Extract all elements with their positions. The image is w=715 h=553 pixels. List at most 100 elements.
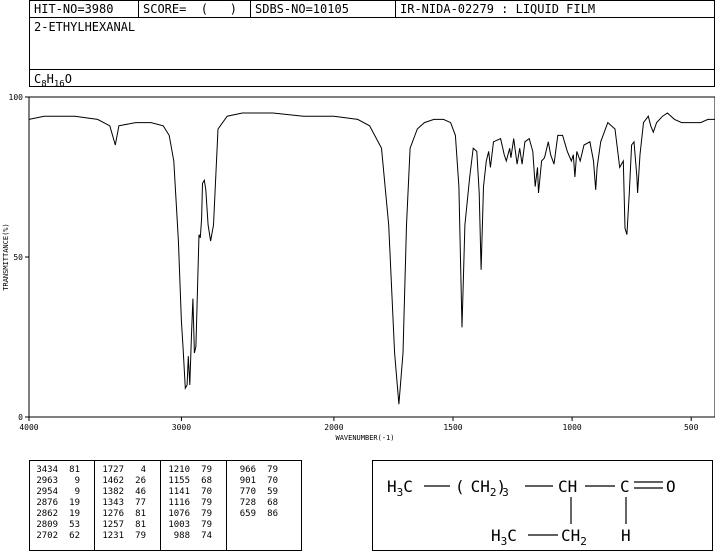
peak-transmittance: 9 xyxy=(74,487,80,497)
y-axis-ticks: 0 50 100 xyxy=(9,93,29,422)
ir-spectrum-chart: 4000 3000 2000 1500 1000 500 0 50 100 WAVENUMBE… xyxy=(2,93,715,442)
peak-transmittance: 79 xyxy=(201,465,212,475)
peak-row: 966 79 xyxy=(232,465,278,476)
peak-row: 1076 79 xyxy=(166,509,212,520)
peak-wavenumber: 1276 xyxy=(102,509,124,519)
peak-wavenumber: 966 xyxy=(239,465,256,475)
peak-row: 1155 68 xyxy=(166,476,212,487)
carbonyl-carbon: C xyxy=(620,477,630,496)
peak-transmittance: 9 xyxy=(74,476,80,486)
peak-transmittance: 79 xyxy=(135,531,146,541)
peak-wavenumber: 3434 xyxy=(36,465,58,475)
peak-wavenumber: 770 xyxy=(239,487,256,497)
peak-transmittance: 79 xyxy=(267,465,278,475)
peak-transmittance: 62 xyxy=(69,531,80,541)
peak-wavenumber: 1003 xyxy=(168,520,190,530)
carbonyl-oxygen: O xyxy=(666,477,676,496)
peak-wavenumber: 1076 xyxy=(168,509,190,519)
spectrum-line xyxy=(28,112,715,405)
peak-row: 2862 19 xyxy=(34,509,80,520)
peak-wavenumber: 988 xyxy=(173,531,190,541)
peak-column-3: 1210 79 1155 68 1141 70 1116 79 1076 79 1003 79 988 7… xyxy=(166,465,212,542)
peak-transmittance: 70 xyxy=(201,487,212,497)
x-tick-label: 500 xyxy=(684,423,699,432)
peak-wavenumber: 2954 xyxy=(36,487,58,497)
peak-transmittance: 77 xyxy=(135,498,146,508)
peak-transmittance: 79 xyxy=(201,520,212,530)
peak-wavenumber: 1231 xyxy=(102,531,124,541)
peak-wavenumber: 1141 xyxy=(168,487,190,497)
peak-wavenumber: 1116 xyxy=(168,498,190,508)
peak-row: 1116 79 xyxy=(166,498,212,509)
peak-transmittance: 70 xyxy=(267,476,278,486)
peak-row: 1462 26 xyxy=(100,476,146,487)
y-tick-label: 0 xyxy=(18,413,23,422)
peak-row: 1276 81 xyxy=(100,509,146,520)
peak-wavenumber: 1210 xyxy=(168,465,190,475)
peak-transmittance: 53 xyxy=(69,520,80,530)
peak-row: 1382 46 xyxy=(100,487,146,498)
aldehyde-hydrogen: H xyxy=(621,526,631,545)
peak-row: 1257 81 xyxy=(100,520,146,531)
ch-center: CH xyxy=(558,477,577,496)
peak-transmittance: 19 xyxy=(69,509,80,519)
x-axis-ticks: 4000 3000 2000 1500 1000 500 xyxy=(19,417,699,432)
h3c-bottom: H3C xyxy=(491,526,517,548)
peak-row: 1210 79 xyxy=(166,465,212,476)
x-tick-label: 2000 xyxy=(324,423,343,432)
peak-row: 3434 81 xyxy=(34,465,80,476)
peak-wavenumber: 2809 xyxy=(36,520,58,530)
peak-wavenumber: 1343 xyxy=(102,498,124,508)
peak-column-4: 966 79 901 70 770 59 728 68 659 86 xyxy=(232,465,278,520)
peak-wavenumber: 728 xyxy=(239,498,256,508)
peak-row: 1343 77 xyxy=(100,498,146,509)
ch2-chain: (CH2)3 xyxy=(455,477,509,499)
x-tick-label: 1500 xyxy=(443,423,462,432)
peak-transmittance: 86 xyxy=(267,509,278,519)
peak-divider-3 xyxy=(226,461,227,550)
peak-transmittance: 81 xyxy=(69,465,80,475)
peak-transmittance: 79 xyxy=(201,498,212,508)
peak-transmittance: 19 xyxy=(69,498,80,508)
peak-transmittance: 46 xyxy=(135,487,146,497)
peak-divider-1 xyxy=(94,461,95,550)
peak-transmittance: 81 xyxy=(135,520,146,530)
peak-row: 988 74 xyxy=(166,531,212,542)
peak-transmittance: 59 xyxy=(267,487,278,497)
peak-wavenumber: 1382 xyxy=(102,487,124,497)
peak-row: 770 59 xyxy=(232,487,278,498)
peak-row: 2809 53 xyxy=(34,520,80,531)
peak-row: 2954 9 xyxy=(34,487,80,498)
peak-row: 901 70 xyxy=(232,476,278,487)
peak-row: 1231 79 xyxy=(100,531,146,542)
peak-table: 3434 81 2963 9 2954 9 2876 19 2862 19 2809 53 2702 62… xyxy=(29,460,302,551)
peak-wavenumber: 901 xyxy=(239,476,256,486)
ch2-bottom: CH2 xyxy=(561,526,587,548)
x-tick-label: 3000 xyxy=(172,423,191,432)
y-tick-label: 100 xyxy=(9,93,24,102)
peak-wavenumber: 1155 xyxy=(168,476,190,486)
peak-transmittance: 74 xyxy=(201,531,212,541)
plot-frame xyxy=(28,96,715,418)
peak-row: 2963 9 xyxy=(34,476,80,487)
x-tick-label: 4000 xyxy=(19,423,38,432)
peak-wavenumber: 2876 xyxy=(36,498,58,508)
peak-transmittance: 68 xyxy=(201,476,212,486)
h3c-top: H3C xyxy=(387,477,413,499)
peak-row: 728 68 xyxy=(232,498,278,509)
peak-row: 1003 79 xyxy=(166,520,212,531)
structural-formula: H3C (CH2)3 CH C O H3C CH2 H xyxy=(387,477,676,548)
structure-box: H3C (CH2)3 CH C O H3C CH2 H xyxy=(372,460,713,551)
peak-transmittance: 81 xyxy=(135,509,146,519)
peak-row: 1141 70 xyxy=(166,487,212,498)
peak-wavenumber: 2963 xyxy=(36,476,58,486)
peak-wavenumber: 1462 xyxy=(102,476,124,486)
peak-transmittance: 26 xyxy=(135,476,146,486)
peak-row: 2702 62 xyxy=(34,531,80,542)
peak-transmittance: 68 xyxy=(267,498,278,508)
peak-column-2: 1727 4 1462 26 1382 46 1343 77 1276 81 1257 81 1231 7… xyxy=(100,465,146,542)
peak-column-1: 3434 81 2963 9 2954 9 2876 19 2862 19 2809 53 2702 62 xyxy=(34,465,80,542)
peak-transmittance: 4 xyxy=(140,465,146,475)
peak-wavenumber: 659 xyxy=(239,509,256,519)
y-tick-label: 50 xyxy=(13,253,23,262)
